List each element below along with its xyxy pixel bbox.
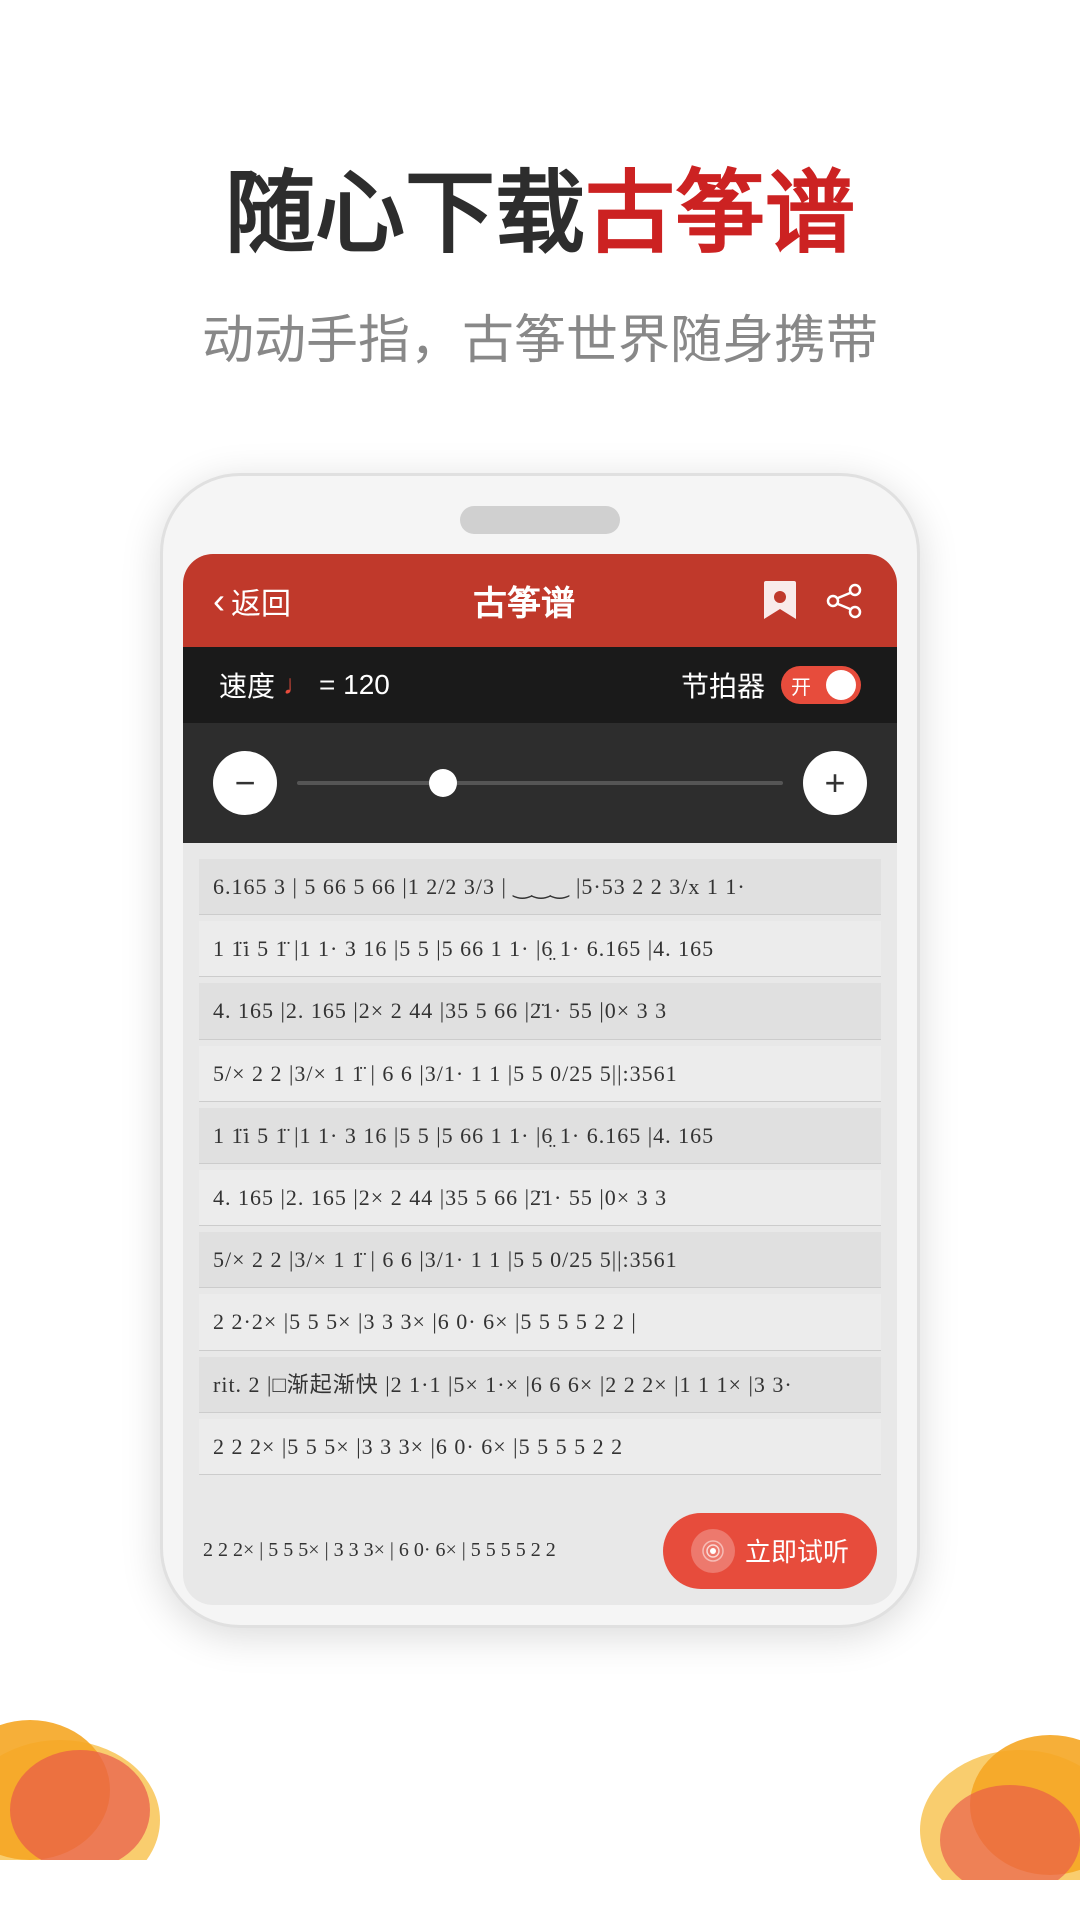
tempo-value: = 120 xyxy=(319,669,390,701)
sheet-music: 6.165 3 | 5 66 5 66 |1 2/2 3/3 | ‿‿‿ |5·… xyxy=(183,843,897,1497)
blob-bottom-left xyxy=(0,1620,240,1860)
back-chevron-icon: ‹ xyxy=(213,580,225,622)
minus-label: − xyxy=(234,762,255,804)
phone-mockup: ‹ 返回 古筝谱 xyxy=(160,473,920,1628)
speed-label: 速度 xyxy=(219,665,275,705)
sheet-row: 4. 165 |2. 165 |2× 2 44 |35 5 66 |2̈1· 5… xyxy=(199,983,881,1039)
music-note-icon: ♩ xyxy=(283,669,311,701)
tempo-bar: 速度 ♩ = 120 节拍器 开 xyxy=(183,647,897,723)
bookmark-icon[interactable] xyxy=(757,578,803,624)
phone-speaker xyxy=(460,506,620,534)
sheet-row: 4. 165 |2. 165 |2× 2 44 |35 5 66 |2̈1· 5… xyxy=(199,1170,881,1226)
toggle-label: 开 xyxy=(791,671,811,700)
tempo-left: 速度 ♩ = 120 xyxy=(219,665,390,705)
app-header-title: 古筝谱 xyxy=(473,576,575,625)
listen-label: 立即试听 xyxy=(745,1532,849,1569)
sheet-row: 6.165 3 | 5 66 5 66 |1 2/2 3/3 | ‿‿‿ |5·… xyxy=(199,859,881,915)
slider-thumb[interactable] xyxy=(429,769,457,797)
headline-sub: 动动手指，古筝世界随身携带 xyxy=(202,298,878,373)
sheet-row: rit. 2 |□渐起渐快 |2 1·1 |5× 1·× |6 6 6× |2 … xyxy=(199,1357,881,1413)
sheet-row: 5/× 2 2 |3/× 1 1̈ | 6 6 |3/1· 1 1 |5 5 0… xyxy=(199,1046,881,1102)
slider-area: − + xyxy=(183,723,897,843)
metronome-label: 节拍器 xyxy=(681,665,765,705)
plus-label: + xyxy=(824,762,845,804)
sheet-row: 1 1̈i 5 1̈ |1 1· 3 16 |5 5 |5 66 1 1· |6… xyxy=(199,1108,881,1164)
headline-main: 随心下载古筝谱 xyxy=(202,160,878,268)
headline-text-2: 古筝谱 xyxy=(585,164,855,264)
headline-text-1: 随心下载 xyxy=(225,164,585,264)
blob-bottom-right xyxy=(820,1620,1080,1880)
sheet-row: 2 2 2× |5 5 5× |3 3 3× |6 0· 6× |5 5 5 5… xyxy=(199,1419,881,1475)
app-header: ‹ 返回 古筝谱 xyxy=(183,554,897,647)
app-header-icons xyxy=(757,578,867,624)
phone-screen: ‹ 返回 古筝谱 xyxy=(183,554,897,1605)
sheet-row: 1 1̈i 5 1̈ |1 1· 3 16 |5 5 |5 66 1 1· |6… xyxy=(199,921,881,977)
bottom-sheet-text: 2 2 2× | 5 5 5× | 3 3 3× | 6 0· 6× | 5 5… xyxy=(203,1539,663,1562)
page-wrapper: 随心下载古筝谱 动动手指，古筝世界随身携带 ‹ 返回 古筝谱 xyxy=(0,0,1080,1920)
phone-outer: ‹ 返回 古筝谱 xyxy=(160,473,920,1628)
listen-sound-icon xyxy=(691,1529,735,1573)
share-icon[interactable] xyxy=(821,578,867,624)
slider-minus-button[interactable]: − xyxy=(213,751,277,815)
tempo-right: 节拍器 开 xyxy=(681,665,861,705)
headline-section: 随心下载古筝谱 动动手指，古筝世界随身携带 xyxy=(202,160,878,373)
sheet-row: 5/× 2 2 |3/× 1 1̈ | 6 6 |3/1· 1 1 |5 5 0… xyxy=(199,1232,881,1288)
toggle-knob xyxy=(826,670,856,700)
slider-plus-button[interactable]: + xyxy=(803,751,867,815)
bottom-bar: 2 2 2× | 5 5 5× | 3 3 3× | 6 0· 6× | 5 5… xyxy=(183,1497,897,1605)
back-label: 返回 xyxy=(231,579,291,623)
slider-track[interactable] xyxy=(297,781,783,785)
metronome-toggle[interactable]: 开 xyxy=(781,666,861,704)
sheet-row: 2 2·2× |5 5 5× |3 3 3× |6 0· 6× |5 5 5 5… xyxy=(199,1294,881,1350)
back-button[interactable]: ‹ 返回 xyxy=(213,579,291,623)
listen-button[interactable]: 立即试听 xyxy=(663,1513,877,1589)
